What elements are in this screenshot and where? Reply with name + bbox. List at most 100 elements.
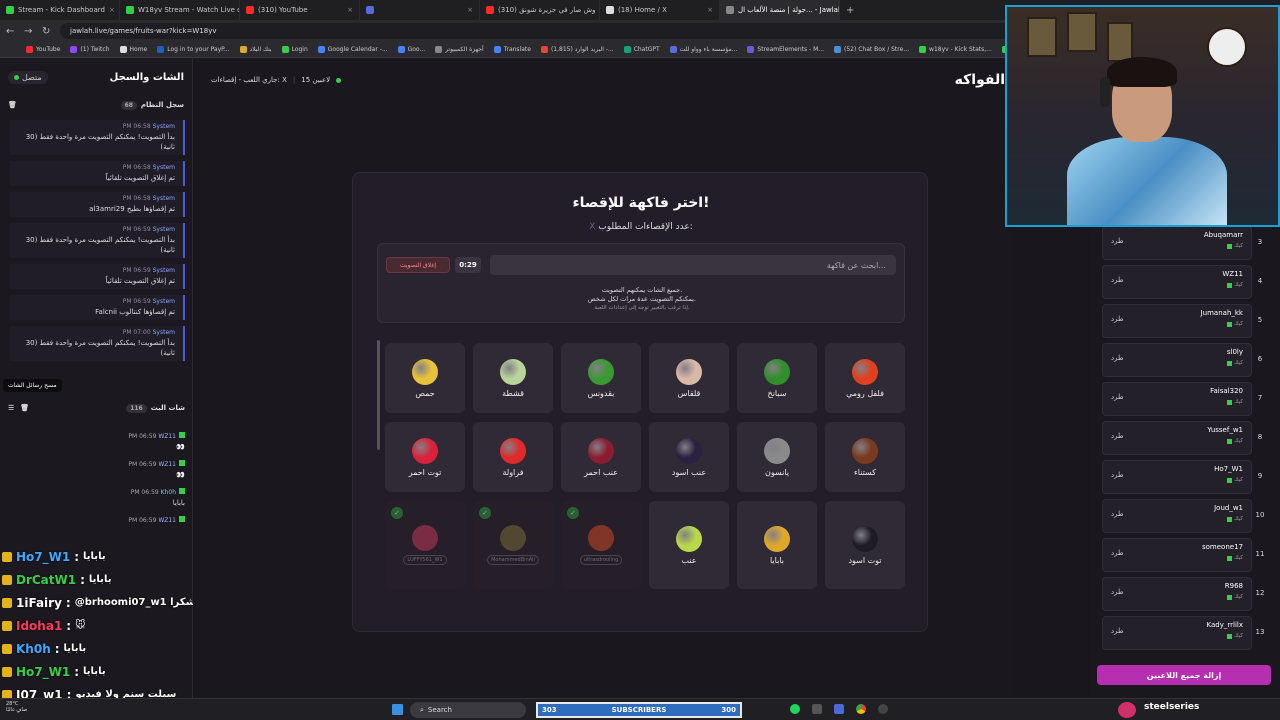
fruit-tile[interactable]: توت احمر — [385, 422, 465, 492]
fruit-tile[interactable]: بابايا — [737, 501, 817, 589]
player-platform: كيك — [1227, 516, 1243, 522]
bookmark-item[interactable]: بنك البلاد — [239, 46, 272, 53]
trash-icon[interactable]: 🗑 — [8, 101, 17, 109]
kick-player-button[interactable]: طرد — [1111, 510, 1124, 518]
bookmark-item[interactable]: YouTube — [26, 46, 60, 53]
taskbar-search[interactable]: ⌕ Search — [410, 702, 526, 718]
browser-tab[interactable]: (310) وش صار في جزيرة شونق× — [480, 0, 600, 20]
tab-label: (310) YouTube — [258, 6, 308, 14]
forward-icon[interactable]: → — [24, 26, 34, 37]
fruit-tile[interactable]: كستناء — [825, 422, 905, 492]
kick-player-button[interactable]: طرد — [1111, 315, 1124, 323]
bookmark-item[interactable]: (1,815) البريد الوارد -... — [540, 46, 614, 53]
player-row: طرد someone17 كيك — [1102, 538, 1252, 572]
kick-player-button[interactable]: طرد — [1111, 471, 1124, 479]
fruit-tile[interactable]: عنب احمر — [561, 422, 641, 492]
bookmark-favicon-icon — [157, 46, 165, 53]
browser-tab[interactable]: (18) Home / X × — [600, 0, 720, 20]
kick-player-button[interactable]: طرد — [1111, 432, 1124, 440]
log-sender: System — [152, 226, 175, 233]
kick-player-button[interactable]: طرد — [1111, 354, 1124, 362]
close-tab-icon[interactable]: × — [347, 6, 353, 14]
close-vote-button[interactable]: إغلاق التصويت — [386, 257, 450, 273]
bookmark-item[interactable]: w18yv - Kick Stats,... — [919, 46, 992, 53]
kick-player-button[interactable]: طرد — [1111, 549, 1124, 557]
bookmark-item[interactable]: Google Calendar -... — [317, 46, 388, 53]
chat-time: PM 06:59 — [128, 433, 157, 440]
spotify-icon[interactable] — [790, 704, 800, 714]
new-tab-icon[interactable]: + — [846, 5, 854, 16]
fruit-tile[interactable]: فلفل رومي — [825, 343, 905, 413]
chrome-icon[interactable] — [856, 704, 866, 714]
windows-start-icon[interactable] — [392, 704, 403, 715]
bookmark-item[interactable]: Home — [119, 46, 147, 53]
wall-poster — [1027, 17, 1057, 57]
kick-player-button[interactable]: طرد — [1111, 627, 1124, 635]
bookmark-item[interactable]: (1) Twitch — [70, 46, 110, 53]
close-tab-icon[interactable]: × — [467, 6, 473, 14]
fruit-search-input[interactable]: ابحث عن فاكهة... — [490, 255, 896, 275]
browser-tab[interactable]: جولة | منصة الألعاب ال... - Jawlah× — [720, 0, 840, 20]
scrollbar[interactable] — [377, 340, 380, 450]
bookmark-item[interactable]: Translate — [493, 46, 531, 53]
fruit-tile[interactable]: بقدونس — [561, 343, 641, 413]
log-entry: PM 06:58 System al3amri29 تم إقصاؤها بطيخ — [10, 192, 185, 217]
bookmark-item[interactable]: Log in to your PayP... — [157, 46, 230, 53]
fruit-tile[interactable]: توت اسود — [825, 501, 905, 589]
browser-tab[interactable]: W18yv Stream - Watch Live on× — [120, 0, 240, 20]
close-tab-icon[interactable]: × — [707, 6, 713, 14]
fruit-label: فلفل رومي — [846, 388, 884, 398]
xbox-icon[interactable] — [812, 704, 822, 714]
filter-icon[interactable]: ☰ — [8, 404, 14, 412]
bookmark-label: (1) Twitch — [80, 46, 110, 53]
fruit-tile[interactable]: يانسون — [737, 422, 817, 492]
player-platform-label: كيك — [1234, 555, 1243, 561]
bookmark-item[interactable]: StreamElements - M... — [747, 46, 824, 53]
kick-logo-icon — [1227, 555, 1233, 561]
close-tab-icon[interactable]: × — [109, 6, 115, 14]
browser-tab[interactable]: × — [360, 0, 480, 20]
back-icon[interactable]: ← — [6, 26, 16, 37]
kick-player-button[interactable]: طرد — [1111, 237, 1124, 245]
tab-favicon-icon — [6, 6, 14, 14]
fruit-tile[interactable]: فراولة — [473, 422, 553, 492]
bookmark-favicon-icon — [397, 46, 405, 53]
tray-app-icon[interactable] — [878, 704, 888, 714]
bookmark-label: Google Calendar -... — [327, 46, 388, 53]
browser-tab[interactable]: (310) YouTube × — [240, 0, 360, 20]
fruit-tile[interactable]: سبانخ — [737, 343, 817, 413]
chat-time: PM 06:59 — [128, 517, 157, 524]
kick-player-button[interactable]: طرد — [1111, 588, 1124, 596]
fruit-tile[interactable]: حمص — [385, 343, 465, 413]
fruit-label: عنب اسود — [671, 467, 707, 477]
fruit-tile[interactable]: عنب — [649, 501, 729, 589]
kick-player-button[interactable]: طرد — [1111, 276, 1124, 284]
bookmark-item[interactable]: (52) Chat Box / Stre... — [833, 46, 909, 53]
log-text: بدأ التصويت! يمكنكم التصويت مرة واحدة فق… — [25, 339, 175, 357]
bookmark-item[interactable]: ChatGPT — [623, 46, 660, 53]
player-name: Yussef_w1 — [1207, 426, 1243, 434]
reload-icon[interactable]: ↻ — [42, 26, 52, 37]
fruit-tile[interactable]: قلقاس — [649, 343, 729, 413]
app-icon[interactable] — [834, 704, 844, 714]
info-line-1: جميع الشات يمكنهم التصويت. — [601, 286, 683, 294]
player-platform: كيك — [1227, 243, 1243, 249]
kick-player-button[interactable]: طرد — [1111, 393, 1124, 401]
chat-text: 👀 — [176, 471, 185, 479]
bookmark-item[interactable]: أجهزة الكمبيوتر — [435, 46, 484, 53]
weather-widget[interactable]: 28°C صافٍ غالبًا — [6, 701, 27, 713]
player-name: R968 — [1224, 582, 1243, 590]
overlay-text: 🐭 — [75, 620, 86, 631]
bookmark-item[interactable]: Login — [281, 46, 308, 53]
browser-tab[interactable]: Stream - Kick Dashboard × — [0, 0, 120, 20]
fruit-icon — [764, 525, 790, 552]
bookmark-item[interactable]: مؤسسة باء وواو للت... — [669, 46, 737, 53]
bookmark-item[interactable]: Goo... — [397, 46, 426, 53]
fruit-tile[interactable]: قشطة — [473, 343, 553, 413]
remove-all-players-button[interactable]: إزالة جميع اللاعبين — [1097, 665, 1271, 685]
kick-logo-icon — [1227, 321, 1233, 327]
bookmark-label: Goo... — [407, 46, 426, 53]
clear-chat-button[interactable]: 🗑 — [20, 404, 29, 412]
search-icon: ⌕ — [420, 705, 424, 714]
fruit-tile[interactable]: عنب اسود — [649, 422, 729, 492]
